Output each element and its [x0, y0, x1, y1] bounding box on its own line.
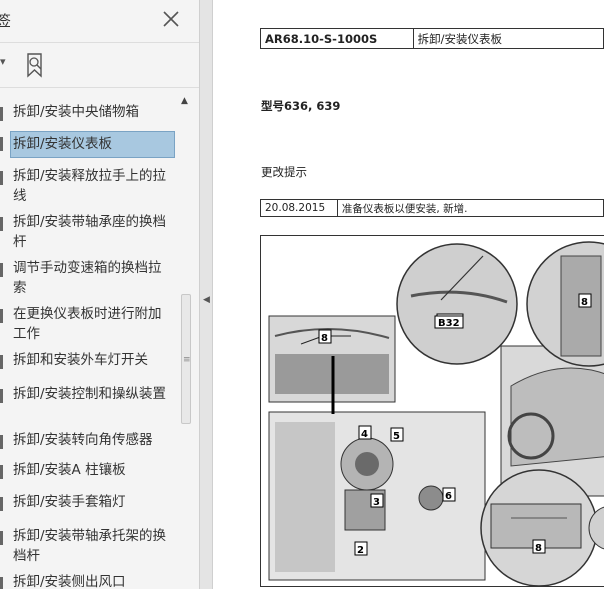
header-table: AR68.10-S-1000S 拆卸/安装仪表板 — [260, 28, 604, 49]
panel-divider[interactable]: ◀ — [199, 0, 213, 589]
bookmark-label: 拆卸/安装转向角传感器 — [13, 432, 153, 448]
bookmark-label: 调节手动变速箱的换档拉索 — [13, 260, 162, 296]
bookmark-label: 拆卸和安装外车灯开关 — [13, 352, 148, 368]
item-marker — [0, 217, 3, 231]
scrollbar[interactable]: ▲ ≡ — [178, 94, 194, 589]
callout-label: 8 — [581, 297, 588, 308]
bookmark-label: 拆卸/安装中央储物箱 — [13, 104, 140, 120]
callout-label: 4 — [361, 429, 368, 440]
item-marker — [0, 465, 3, 479]
item-marker — [0, 497, 3, 511]
bookmark-label: 拆卸/安装控制和操纵装置 — [13, 386, 167, 402]
item-marker — [0, 577, 3, 589]
grip-icon: ≡ — [183, 355, 191, 365]
callout-label: 2 — [357, 545, 364, 556]
bookmark-label: 拆卸/安装带轴承座的换档杆 — [13, 214, 167, 250]
document-title: 拆卸/安装仪表板 — [412, 28, 604, 49]
changes-heading: 更改提示 — [261, 165, 307, 179]
model-line: 型号636, 639 — [261, 99, 341, 113]
chevron-down-icon[interactable]: ▾ — [0, 55, 6, 68]
item-marker — [0, 107, 3, 121]
bookmark-label: 拆卸/安装带轴承托架的换档杆 — [13, 528, 167, 564]
scroll-up-icon[interactable]: ▲ — [181, 96, 188, 106]
callout-label: 3 — [373, 497, 380, 508]
panel-header: 签 — [0, 0, 199, 40]
scroll-thumb[interactable]: ≡ — [181, 294, 191, 424]
bookmark-label: 拆卸/安装手套箱灯 — [13, 494, 126, 510]
document-page: AR68.10-S-1000S 拆卸/安装仪表板 型号636, 639 更改提示… — [213, 0, 604, 589]
bookmarks-panel: 签 ▾ 拆卸/安装中央储物箱 拆卸/安装仪表板 拆卸/安装释放拉手上的拉线 拆卸/安装… — [0, 0, 199, 589]
collapse-panel-icon[interactable]: ◀ — [203, 295, 210, 305]
bookmark-search-icon[interactable] — [24, 52, 48, 78]
bookmark-label: 在更换仪表板时进行附加工作 — [13, 306, 162, 342]
repair-illustration: 8 B32 8 4 5 3 6 2 8 — [260, 235, 604, 587]
item-marker — [0, 263, 3, 277]
item-marker — [0, 389, 3, 403]
bookmark-label: 拆卸/安装侧出风口 — [13, 574, 126, 589]
bookmark-label: 拆卸/安装仪表板 — [13, 136, 113, 152]
item-marker — [0, 309, 3, 323]
callout-label: B32 — [438, 318, 460, 329]
change-note: 准备仪表板以便安装, 新增. — [336, 199, 604, 217]
bookmark-list: 拆卸/安装中央储物箱 拆卸/安装仪表板拆卸/安装释放拉手上的拉线 拆卸/安装带轴承座… — [0, 94, 178, 589]
callout-label: 8 — [535, 543, 542, 554]
changes-table: 20.08.2015 准备仪表板以便安装, 新增. — [260, 199, 604, 217]
panel-title: 签 — [0, 12, 12, 30]
bookmark-label: 拆卸/安装A 柱镶板 — [13, 462, 126, 478]
callout-label: 6 — [445, 491, 452, 502]
panel-toolbar: ▾ — [0, 42, 199, 88]
callout-label: 8 — [321, 333, 328, 344]
document-code: AR68.10-S-1000S — [260, 28, 414, 49]
bookmark-label: 拆卸/安装释放拉手上的拉线 — [13, 168, 167, 204]
change-date: 20.08.2015 — [260, 199, 338, 217]
item-marker — [0, 435, 3, 449]
item-marker — [0, 355, 3, 369]
item-marker — [0, 137, 3, 151]
item-marker — [0, 171, 3, 185]
item-marker — [0, 531, 3, 545]
callout-label: 5 — [393, 431, 400, 442]
illustration-drawing: 8 B32 8 4 5 3 6 2 8 — [268, 241, 604, 586]
close-icon[interactable] — [160, 8, 182, 30]
